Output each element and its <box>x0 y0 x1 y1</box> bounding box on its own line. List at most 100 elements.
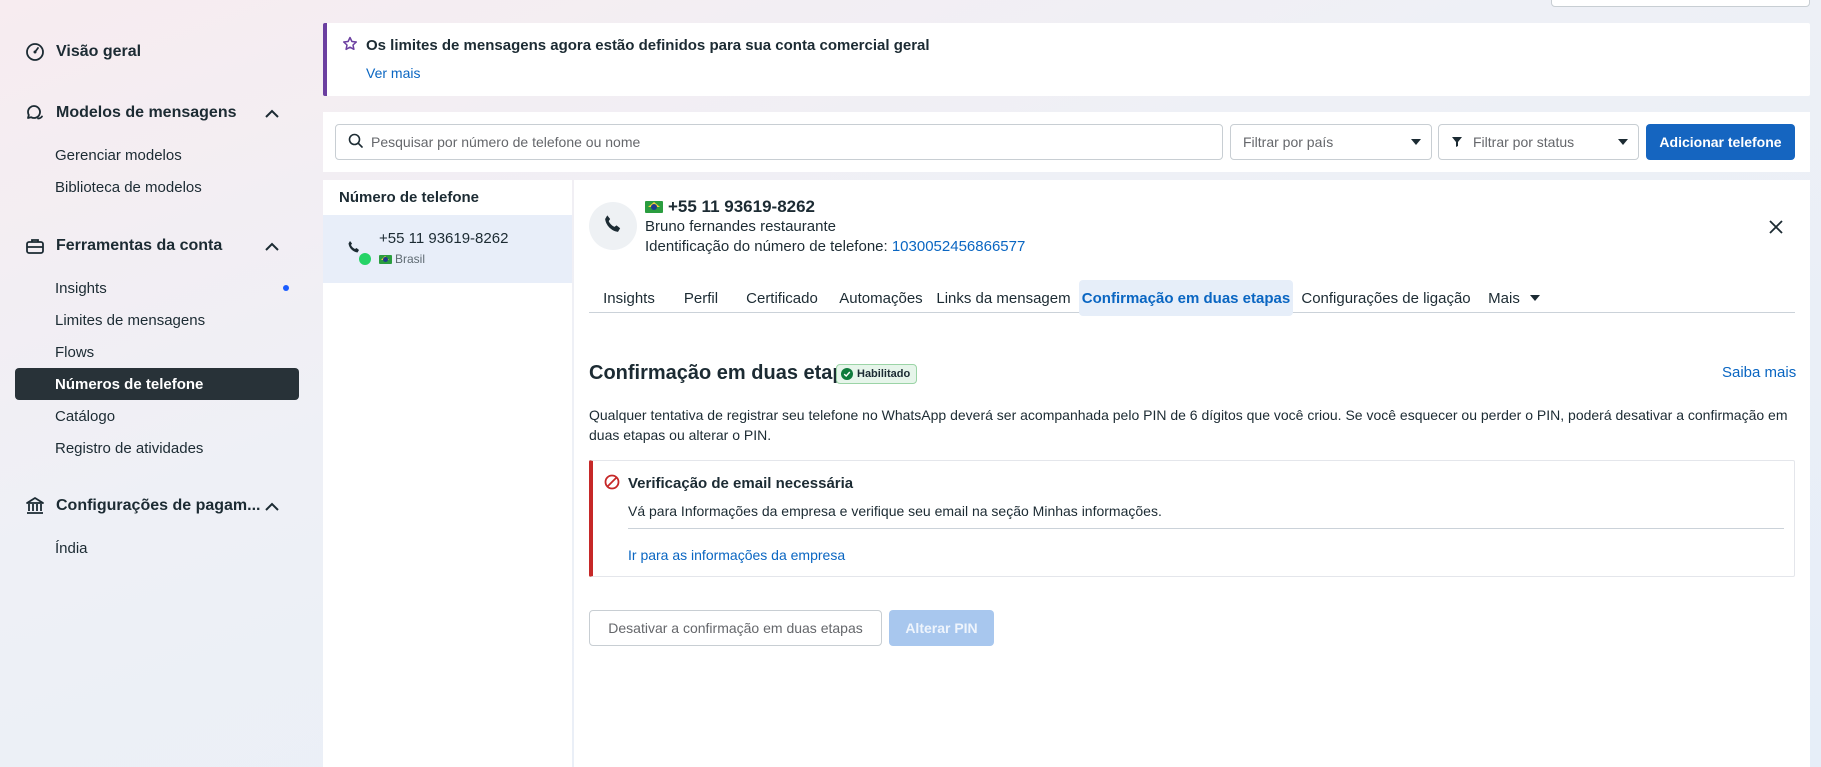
country-filter-dropdown[interactable]: Filtrar por país <box>1230 124 1432 160</box>
country-label: Brasil <box>379 252 425 266</box>
gauge-icon <box>24 41 46 63</box>
detail-tabs: Insights Perfil Certificado Automações L… <box>589 280 1795 316</box>
sidebar-item-label: Gerenciar modelos <box>55 146 182 164</box>
tab-insights[interactable]: Insights <box>589 280 669 316</box>
sidebar-item-template-library[interactable]: Biblioteca de modelos <box>15 171 299 203</box>
search-icon <box>348 133 363 152</box>
tab-label: Certificado <box>746 289 818 307</box>
sidebar-group-label: Modelos de mensagens <box>56 104 237 121</box>
sidebar-item-india[interactable]: Índia <box>15 532 299 564</box>
status-badge: Habilitado <box>836 364 918 384</box>
tab-certificate[interactable]: Certificado <box>737 280 827 316</box>
sidebar-item-label: Biblioteca de modelos <box>55 178 202 196</box>
tab-message-links[interactable]: Links da mensagem <box>936 280 1071 316</box>
see-more-link[interactable]: Ver mais <box>366 65 420 81</box>
sidebar-group-payment[interactable]: Configurações de pagam... <box>24 495 260 517</box>
tab-label: Mais <box>1488 289 1520 307</box>
sidebar-item-message-limits[interactable]: Limites de mensagens <box>15 304 299 336</box>
phone-number: +55 11 93619-8262 <box>379 230 509 247</box>
sidebar-item-label: Registro de atividades <box>55 439 204 457</box>
phone-id-row: Identificação do número de telefone: 103… <box>645 238 1025 255</box>
sidebar-item-label: Catálogo <box>55 407 116 425</box>
tab-label: Perfil <box>683 289 719 307</box>
chevron-up-icon[interactable] <box>262 236 282 256</box>
caret-down-icon <box>1618 139 1628 145</box>
bank-icon <box>24 495 46 517</box>
star-icon <box>342 36 358 56</box>
sidebar-item-label: Índia <box>55 539 88 557</box>
tab-two-step-verification[interactable]: Confirmação em duas etapas <box>1079 280 1293 316</box>
sidebar-item-overview[interactable]: Visão geral <box>24 41 141 63</box>
sidebar-item-flows[interactable]: Flows <box>15 336 299 368</box>
country-name: Brasil <box>395 252 426 266</box>
search-box[interactable] <box>335 124 1223 160</box>
check-circle-icon <box>841 368 853 380</box>
status-filter-dropdown[interactable]: Filtrar por status <box>1438 124 1639 160</box>
business-info-link[interactable]: Ir para as informações da empresa <box>628 547 845 563</box>
tab-more[interactable]: Mais <box>1479 280 1549 316</box>
chevron-up-icon[interactable] <box>262 103 282 123</box>
status-filter-label: Filtrar por status <box>1473 134 1575 150</box>
tab-automations[interactable]: Automações <box>831 280 931 316</box>
tab-label: Insights <box>603 289 655 307</box>
tab-profile[interactable]: Perfil <box>670 280 732 316</box>
change-pin-button[interactable]: Alterar PIN <box>889 610 994 646</box>
sidebar-item-activity-log[interactable]: Registro de atividades <box>15 432 299 464</box>
divider <box>628 528 1784 529</box>
chevron-up-icon[interactable] <box>262 496 282 516</box>
info-banner: Os limites de mensagens agora estão defi… <box>323 23 1810 96</box>
disable-two-step-button[interactable]: Desativar a confirmação em duas etapas <box>589 610 882 646</box>
sidebar-item-label: Insights <box>55 279 107 297</box>
sidebar-item-label: Flows <box>55 343 95 361</box>
banner-title: Os limites de mensagens agora estão defi… <box>366 37 930 54</box>
top-right-control[interactable] <box>1551 0 1810 7</box>
sidebar-group-label: Ferramentas da conta <box>56 237 223 254</box>
sidebar-item-phone-numbers[interactable]: Números de telefone <box>15 368 299 400</box>
sidebar-group-templates[interactable]: Modelos de mensagens <box>24 102 237 124</box>
phone-id-label: Identificação do número de telefone: <box>645 238 888 255</box>
detail-phone-number: +55 11 93619-8262 <box>645 197 815 217</box>
filter-icon <box>1451 136 1463 148</box>
phone-number-text: +55 11 93619-8262 <box>668 197 816 216</box>
alert-title: Verificação de email necessária <box>628 475 854 492</box>
tab-call-settings[interactable]: Configurações de ligação <box>1301 280 1471 316</box>
toolbox-icon <box>24 235 46 257</box>
list-item[interactable]: +55 11 93619-8262 Brasil <box>323 215 572 283</box>
sidebar-item-insights[interactable]: Insights <box>15 272 299 304</box>
list-header: Número de telefone <box>339 189 480 206</box>
sidebar-item-label: Números de telefone <box>55 375 204 393</box>
close-icon[interactable] <box>1764 215 1788 239</box>
caret-down-icon <box>1411 139 1421 145</box>
tab-label: Configurações de ligação <box>1301 289 1471 307</box>
section-description: Qualquer tentativa de registrar seu tele… <box>589 407 1788 443</box>
alert-text: Vá para Informações da empresa e verifiq… <box>628 503 1162 519</box>
sidebar-group-account-tools[interactable]: Ferramentas da conta <box>24 235 222 257</box>
phone-list-panel: Número de telefone +55 11 93619-8262 Bra… <box>323 180 572 767</box>
phone-detail-panel: +55 11 93619-8262 Bruno fernandes restau… <box>574 180 1810 767</box>
tab-label: Confirmação em duas etapas <box>1081 289 1291 307</box>
sidebar-item-label: Limites de mensagens <box>55 311 206 329</box>
sidebar: Visão geral Modelos de mensagens Gerenci… <box>0 0 310 767</box>
sidebar-group-label: Configurações de pagam... <box>56 497 261 514</box>
brazil-flag-icon <box>379 254 392 264</box>
notification-dot <box>283 285 289 291</box>
phone-id-value[interactable]: 1030052456866577 <box>892 238 1025 255</box>
tab-label: Links da mensagem <box>936 289 1071 307</box>
prohibited-icon <box>604 474 620 494</box>
add-phone-button[interactable]: Adicionar telefone <box>1646 124 1795 160</box>
tab-label: Automações <box>839 289 923 307</box>
chat-bubbles-icon <box>24 102 46 124</box>
whatsapp-icon <box>359 253 371 265</box>
sidebar-item-manage-templates[interactable]: Gerenciar modelos <box>15 139 299 171</box>
search-input[interactable] <box>371 134 1191 150</box>
avatar <box>589 202 637 250</box>
caret-down-icon <box>1529 295 1540 301</box>
email-verification-alert: Verificação de email necessária Vá para … <box>589 460 1795 577</box>
phone-icon <box>603 214 623 238</box>
status-badge-label: Habilitado <box>857 368 911 380</box>
brazil-flag-icon <box>645 201 663 213</box>
section-title: Confirmação em duas etapas <box>589 362 867 384</box>
learn-more-link[interactable]: Saiba mais <box>1722 364 1796 381</box>
sidebar-item-label: Visão geral <box>56 43 142 60</box>
sidebar-item-catalog[interactable]: Catálogo <box>15 400 299 432</box>
